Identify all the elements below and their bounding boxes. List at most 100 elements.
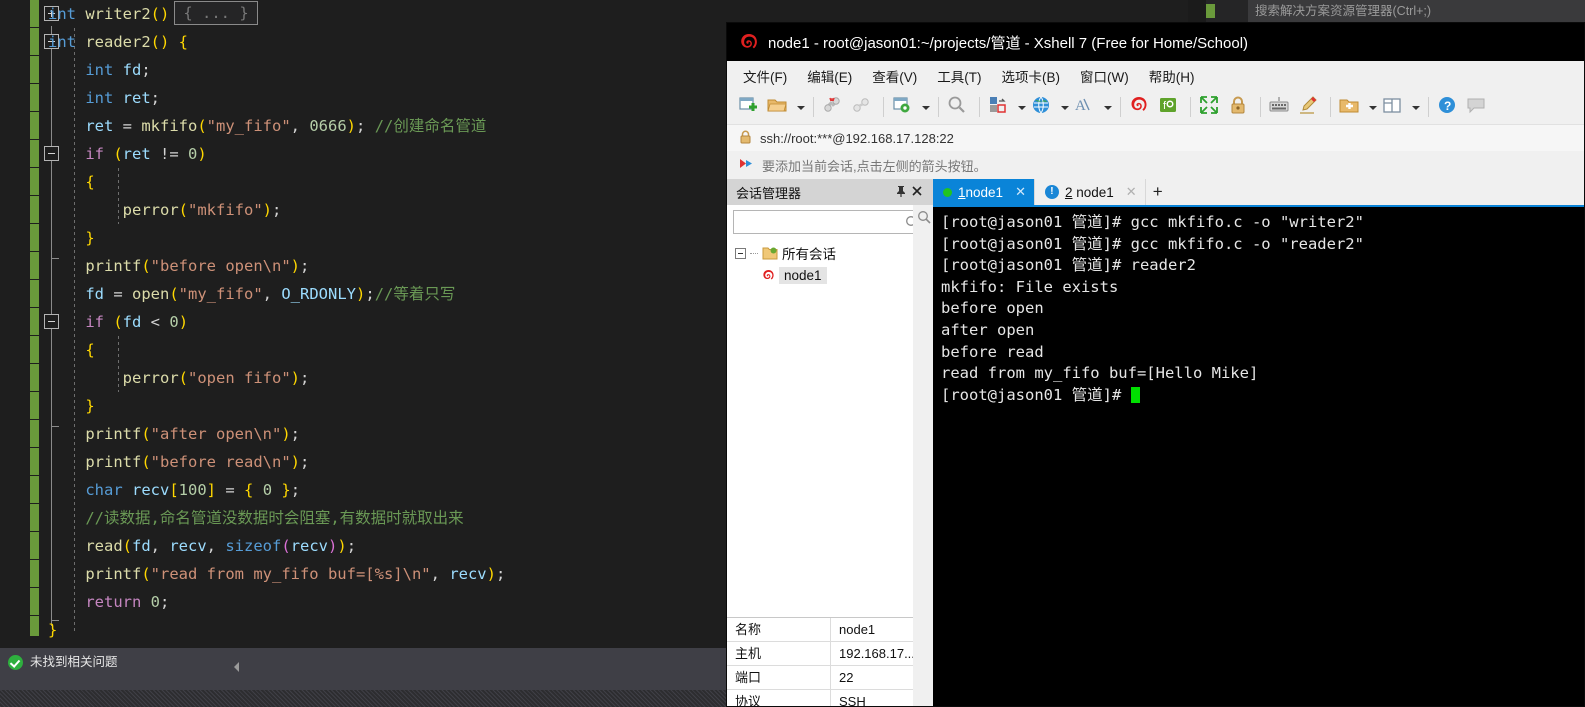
solution-explorer-search-input[interactable]: 搜索解决方案资源管理器(Ctrl+;)	[1248, 0, 1585, 22]
highlight-pen-icon[interactable]	[1297, 94, 1323, 120]
menu-tabs[interactable]: 选项卡(B)	[1002, 66, 1061, 86]
code-token: sizeof	[225, 537, 282, 555]
tree-root-all-sessions[interactable]: 所有会话	[735, 242, 932, 264]
xshell-title-bar[interactable]: node1 - root@jason01:~/projects/管道 - Xsh…	[727, 23, 1584, 61]
code-token: ret	[122, 89, 151, 107]
code-token: )	[290, 369, 300, 387]
xftp-icon[interactable]: f	[1157, 94, 1183, 120]
code-token: ]	[206, 481, 217, 499]
terminal-output[interactable]: [root@jason01 管道]# gcc mkfifo.c -o "writ…	[933, 205, 1584, 706]
code-token: ret	[122, 145, 151, 163]
menu-edit[interactable]: 编辑(E)	[807, 66, 852, 86]
session-tree[interactable]: 所有会话 node1	[727, 234, 932, 286]
xshell-menu-bar[interactable]: 文件(F) 编辑(E) 查看(V) 工具(T) 选项卡(B) 窗口(W) 帮助(…	[727, 61, 1584, 90]
keyboard-icon[interactable]	[1268, 94, 1294, 120]
terminal-left-gutter	[913, 205, 933, 706]
tab-2-number: 2	[1064, 184, 1073, 200]
add-folder-icon[interactable]	[1338, 94, 1364, 120]
new-session-icon[interactable]	[737, 94, 763, 120]
code-token: read	[85, 537, 123, 555]
change-bar-segment	[30, 336, 39, 364]
terminal-tab-bar[interactable]: 1node1 ✕ ! 2 node1 ✕ +	[933, 179, 1584, 205]
lock-icon[interactable]	[1227, 94, 1253, 120]
property-row: 主机 192.168.17...	[727, 642, 933, 666]
session-search-input[interactable]	[733, 210, 926, 234]
session-manager-panel[interactable]: 会话管理器 所有会话 node1 名称 node1 主机 192.168.17.…	[727, 179, 933, 706]
dropdown-arrow-open[interactable]	[795, 94, 806, 120]
code-token: writer2	[85, 5, 151, 23]
code-token: reader2	[85, 33, 151, 51]
code-token: 0666	[309, 117, 347, 135]
code-token: int	[48, 5, 86, 23]
code-token: ,	[430, 565, 450, 583]
open-folder-icon[interactable]	[766, 94, 792, 120]
connect-link-icon[interactable]	[850, 94, 876, 120]
code-token: recv	[169, 537, 207, 555]
change-bar-segment	[30, 0, 39, 28]
session-manager-header: 会话管理器	[727, 179, 932, 205]
code-token: printf	[85, 425, 142, 443]
terminal-line: before open	[941, 299, 1044, 318]
fullscreen-icon[interactable]	[1198, 94, 1224, 120]
collapsed-block-placeholder[interactable]: { ... }	[174, 1, 258, 25]
change-bar-segment	[30, 560, 39, 588]
comment-icon[interactable]	[1465, 94, 1491, 120]
dropdown-arrow-addfolder[interactable]	[1367, 94, 1378, 120]
layout-icon[interactable]	[1381, 94, 1407, 120]
tab-2-close-icon[interactable]: ✕	[1126, 184, 1137, 200]
terminal-line: [root@jason01 管道]# gcc mkfifo.c -o "writ…	[941, 213, 1364, 231]
code-token: int	[48, 33, 86, 51]
dropdown-arrow-font[interactable]	[1102, 94, 1113, 120]
code-token: 100	[178, 481, 207, 499]
change-bar-segment	[30, 588, 39, 616]
pin-icon[interactable]	[894, 184, 910, 200]
tree-item-node1[interactable]: node1	[735, 264, 932, 286]
menu-view[interactable]: 查看(V)	[872, 66, 917, 86]
bottom-hatch-area	[0, 690, 726, 707]
code-token: }	[85, 397, 95, 415]
transfer-icon[interactable]	[987, 94, 1013, 120]
close-icon[interactable]	[910, 184, 926, 200]
tab-node1-2[interactable]: ! 2 node1 ✕	[1035, 179, 1146, 205]
dropdown-arrow-layout[interactable]	[1410, 94, 1421, 120]
code-token: ;	[141, 61, 151, 79]
terminal-find-icon[interactable]	[917, 210, 932, 225]
code-token: ;	[272, 201, 282, 219]
help-icon[interactable]: ?	[1436, 94, 1462, 120]
code-token: ,	[262, 285, 282, 303]
disconnect-icon[interactable]	[821, 94, 847, 120]
code-token: recv	[449, 565, 487, 583]
code-token: }	[48, 621, 58, 639]
scroll-left-arrow-icon[interactable]	[230, 659, 246, 675]
new-tab-button[interactable]: +	[1146, 179, 1170, 205]
xshell-app-icon[interactable]	[1128, 94, 1154, 120]
code-token: ;	[346, 537, 357, 555]
toolbar-separator-6	[1190, 97, 1191, 117]
menu-file[interactable]: 文件(F)	[743, 66, 787, 86]
dropdown-arrow-transfer[interactable]	[1016, 94, 1027, 120]
session-properties-icon[interactable]	[891, 94, 917, 120]
menu-window[interactable]: 窗口(W)	[1080, 66, 1129, 86]
xshell-address-bar[interactable]: ssh://root:***@192.168.17.128:22	[727, 124, 1584, 151]
hint-text: 要添加当前会话,点击左侧的箭头按钮。	[762, 158, 987, 174]
terminal-line: mkfifo: File exists	[941, 277, 1119, 296]
tree-collapse-icon[interactable]	[735, 247, 746, 259]
tab-1-close-icon[interactable]: ✕	[1015, 184, 1026, 200]
dropdown-arrow-properties[interactable]	[920, 94, 931, 120]
toolbar-separator-9	[1428, 97, 1429, 117]
find-icon[interactable]	[946, 94, 972, 120]
menu-tools[interactable]: 工具(T)	[937, 66, 981, 86]
address-text[interactable]: ssh://root:***@192.168.17.128:22	[760, 131, 954, 146]
xshell-session-icon	[761, 268, 775, 282]
code-token: 0	[169, 313, 179, 331]
dropdown-arrow-globe[interactable]	[1059, 94, 1070, 120]
property-row: 名称 node1	[727, 618, 933, 642]
globe-icon[interactable]	[1030, 94, 1056, 120]
font-icon[interactable]: A	[1073, 94, 1099, 120]
property-key: 协议	[727, 690, 831, 706]
code-token: )	[262, 201, 272, 219]
menu-help[interactable]: 帮助(H)	[1149, 66, 1195, 86]
tab-node1-1[interactable]: 1node1 ✕	[933, 179, 1035, 205]
xshell-toolbar[interactable]: A f ?	[727, 90, 1584, 124]
xshell-window[interactable]: node1 - root@jason01:~/projects/管道 - Xsh…	[726, 22, 1585, 707]
